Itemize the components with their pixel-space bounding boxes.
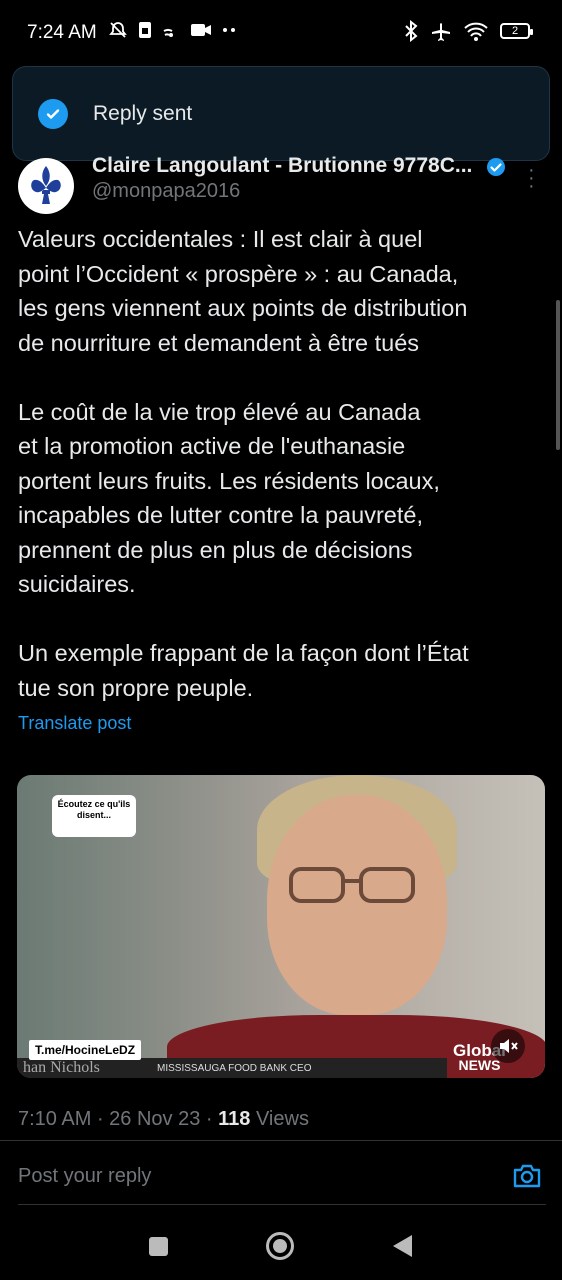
reply-sent-toast: Reply sent [12,66,550,161]
back-button[interactable] [393,1235,412,1257]
video-icon [191,24,211,36]
scrollbar[interactable] [556,300,560,450]
video-figure-face [267,795,447,1015]
lower-third-name: han Nichols [23,1059,100,1076]
translate-post-link[interactable]: Translate post [18,713,131,734]
recents-button[interactable] [149,1237,168,1256]
toast-message: Reply sent [93,101,193,125]
airplane-icon [432,23,450,41]
post-paragraph: Le coût de la vie trop élevé au Canada e… [18,398,440,598]
post-paragraph: Un exemple frappant de la façon dont l’É… [18,640,469,701]
author-handle[interactable]: @monpapa2016 [92,180,240,203]
mute-icon [109,22,127,38]
cast-icon [163,28,173,37]
system-nav-bar [0,1210,562,1280]
avatar[interactable] [18,158,74,214]
video-speech-bubble: Écoutez ce qu'ils disent... [52,795,136,837]
post-body: Valeurs occidentales : Il est clair à qu… [18,222,548,740]
status-icons-right: 2 [404,20,533,42]
post-author: Claire Langoulant - Brutionne 9778C... @… [18,150,548,214]
video-watermark-tag: T.me/HocineLeDZ [29,1040,142,1060]
camera-icon[interactable] [512,1162,542,1190]
status-time: 7:24 AM [27,22,97,43]
views-label: Views [255,1108,309,1130]
bluetooth-icon [405,20,418,42]
video-lower-third: han Nichols MISSISSAUGA FOOD BANK CEO [17,1058,447,1078]
status-bar: 7:24 AM 2 [0,0,562,66]
check-circle-icon [38,98,68,129]
author-name[interactable]: Claire Langoulant - Brutionne 9778C... [92,154,482,178]
wifi-icon [464,22,488,41]
status-icons-left [108,20,236,40]
post-paragraph: Valeurs occidentales : Il est clair à qu… [18,226,468,356]
fleur-de-lis-icon [19,159,73,213]
post-video[interactable]: Écoutez ce qu'ils disent... han Nichols … [17,775,545,1078]
divider [0,1140,562,1141]
divider [18,1204,546,1205]
post-meta: 7:10 AM · 26 Nov 23 · 118 Views [18,1108,309,1130]
post-time: 7:10 AM [18,1108,92,1130]
reply-input[interactable]: Post your reply [18,1165,151,1188]
battery-icon: 2 [500,23,533,39]
video-figure-glasses [289,867,415,903]
sim-icon [139,22,151,38]
home-button[interactable] [266,1232,294,1260]
views-count: 118 [218,1108,251,1130]
mute-toggle-button[interactable] [491,1029,525,1063]
more-dots-icon [223,28,235,32]
battery-level: 2 [511,25,519,37]
more-options-icon[interactable]: · · · [528,160,535,196]
post-date: 26 Nov 23 [109,1108,201,1130]
volume-muted-icon [500,1039,518,1053]
lower-third-caption: MISSISSAUGA FOOD BANK CEO [157,1063,312,1074]
verified-badge-icon [487,158,505,176]
